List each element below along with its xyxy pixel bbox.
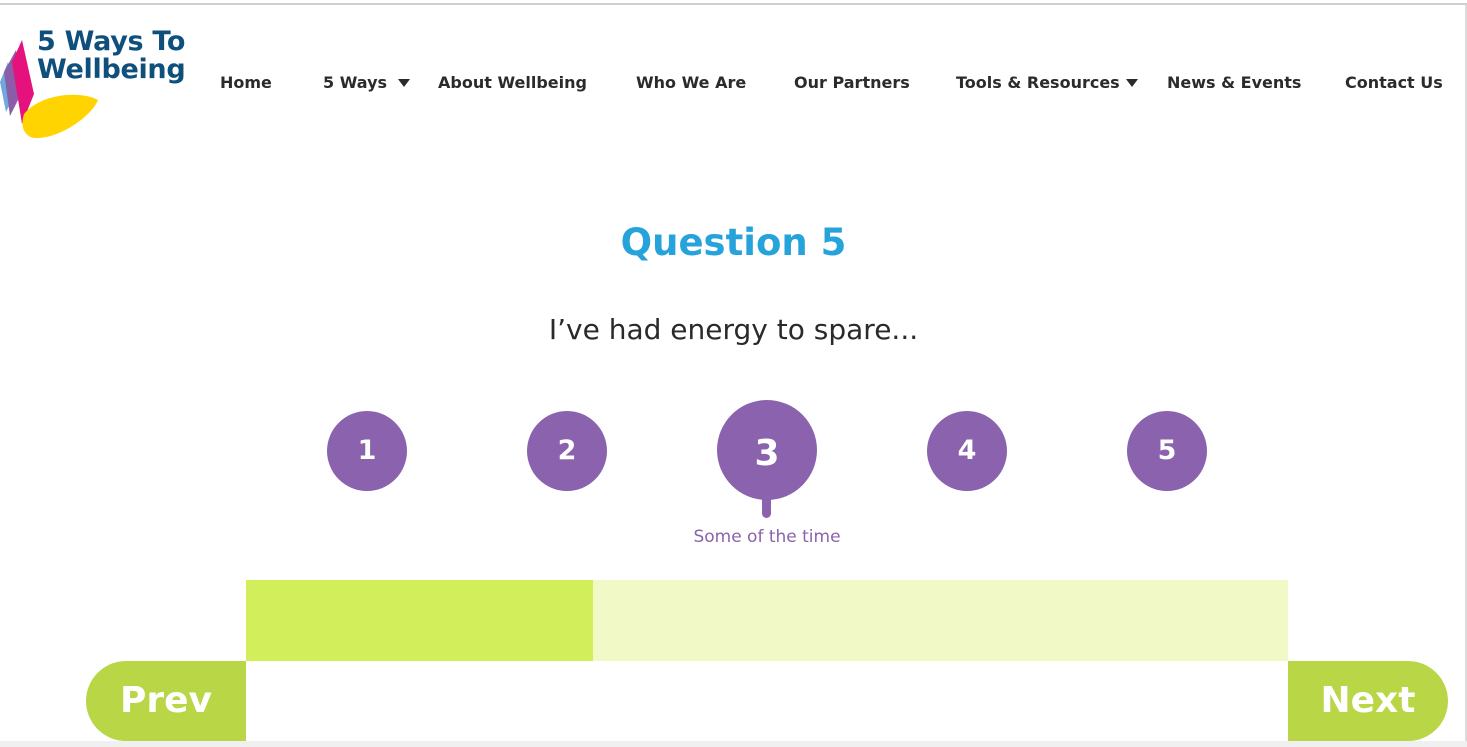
answer-option-2[interactable]: 2 [527, 411, 607, 491]
selected-option-pointer [762, 498, 771, 518]
nav-item-label: Our Partners [794, 73, 910, 92]
nav-item-label: Tools & Resources [956, 73, 1120, 92]
answer-option-1[interactable]: 1 [327, 411, 407, 491]
nav-item-news-events[interactable]: News & Events [1167, 70, 1301, 96]
nav-item-who-we-are[interactable]: Who We Are [636, 70, 746, 96]
nav-item-home[interactable]: Home [220, 70, 272, 96]
nav-item-label: Home [220, 73, 272, 92]
nav-item-our-partners[interactable]: Our Partners [794, 70, 910, 96]
logo-line-1: 5 Ways To [37, 26, 186, 57]
top-divider [0, 3, 1467, 5]
progress-bar [246, 580, 1288, 661]
selected-option-caption: Some of the time [693, 527, 841, 547]
nav-item-label: Contact Us [1345, 73, 1443, 92]
nav-item-label: About Wellbeing [438, 73, 587, 92]
caret-down-icon[interactable] [1126, 79, 1138, 87]
nav-item-contact-us[interactable]: Contact Us [1345, 70, 1443, 96]
site-logo[interactable]: 5 Ways To Wellbeing [0, 22, 190, 142]
logo-line-2: Wellbeing [37, 54, 186, 85]
nav-item-about-wellbeing[interactable]: About Wellbeing [438, 70, 587, 96]
nav-item-label: Who We Are [636, 73, 747, 92]
answer-option-3-selected[interactable]: 3 [717, 400, 817, 500]
answer-option-5[interactable]: 5 [1127, 411, 1207, 491]
progress-bar-fill [246, 580, 593, 661]
logo-wordmark: 5 Ways To Wellbeing [37, 26, 186, 85]
next-button[interactable]: Next [1288, 661, 1448, 741]
prev-button[interactable]: Prev [86, 661, 246, 741]
page-bottom-strip [0, 741, 1467, 747]
question-title: Question 5 [620, 221, 847, 264]
nav-item-label: 5 Ways [323, 73, 388, 92]
nav-item-label: News & Events [1167, 73, 1302, 92]
nav-item-5-ways[interactable]: 5 Ways [323, 70, 387, 96]
nav-item-tools-resources[interactable]: Tools & Resources [956, 70, 1120, 96]
question-text: I’ve had energy to spare... [548, 313, 919, 346]
caret-down-icon[interactable] [398, 79, 410, 87]
answer-option-4[interactable]: 4 [927, 411, 1007, 491]
